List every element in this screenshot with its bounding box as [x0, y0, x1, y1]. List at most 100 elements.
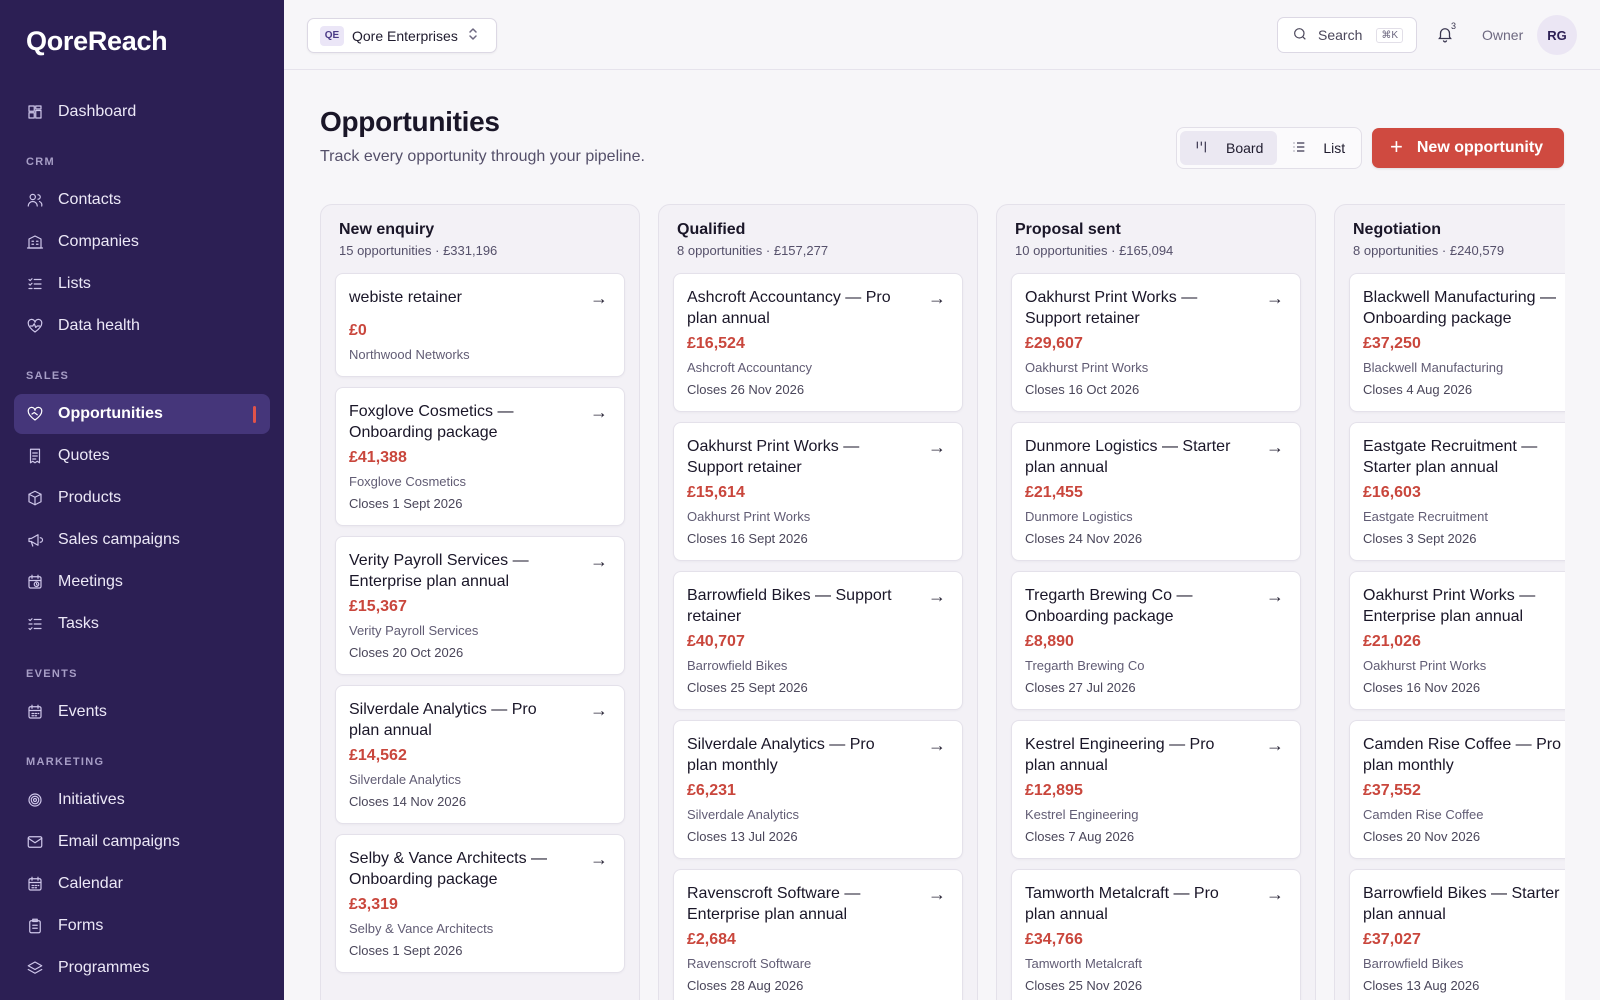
opportunity-card[interactable]: Silverdale Analytics — Pro plan monthly →…	[673, 720, 963, 859]
arrow-right-icon[interactable]: →	[590, 288, 608, 309]
heart-pulse-icon	[26, 317, 44, 335]
sidebar-nav: Dashboard CRM Contacts Companies Lists Data h…	[0, 90, 284, 990]
opportunity-close-date: Closes 16 Nov 2026	[1363, 680, 1481, 695]
opportunity-card[interactable]: Ashcroft Accountancy — Pro plan annual → £…	[673, 273, 963, 412]
opportunity-company: Barrowfield Bikes	[687, 658, 788, 673]
sidebar-item-dashboard[interactable]: Dashboard	[14, 92, 270, 132]
opportunity-amount: £21,026	[1363, 633, 1421, 650]
opportunity-card[interactable]: Foxglove Cosmetics — Onboarding package →…	[335, 387, 625, 526]
opportunity-title: Kestrel Engineering — Pro plan annual	[1025, 736, 1215, 774]
arrow-right-icon[interactable]: →	[1266, 437, 1284, 458]
opportunity-title: Oakhurst Print Works — Enterprise plan a…	[1363, 587, 1536, 625]
opportunity-title: Ravenscroft Software — Enterprise plan a…	[687, 885, 861, 923]
opportunity-card[interactable]: Blackwell Manufacturing — Onboarding pac…	[1349, 273, 1565, 412]
sidebar-item-forms[interactable]: Forms	[14, 906, 270, 946]
topbar: QE Qore Enterprises Search ⌘K 3 Owner RG	[284, 0, 1600, 70]
sidebar-item-programmes[interactable]: Programmes	[14, 948, 270, 988]
sidebar-item-events[interactable]: Events	[14, 692, 270, 732]
opportunity-title: Barrowfield Bikes — Support retainer	[687, 587, 892, 625]
sidebar-item-meetings[interactable]: Meetings	[14, 562, 270, 602]
sidebar-item-label: Initiatives	[58, 791, 125, 808]
column-summary: 15 opportunities · £331,196	[339, 243, 498, 258]
opportunity-company: Oakhurst Print Works	[1025, 360, 1149, 375]
arrow-right-icon[interactable]: →	[928, 586, 946, 607]
opportunity-card[interactable]: webiste retainer → £0 Northwood Networks	[335, 273, 625, 377]
sidebar-item-lists[interactable]: Lists	[14, 264, 270, 304]
opportunity-company: Kestrel Engineering	[1025, 807, 1139, 822]
opportunity-amount: £29,607	[1025, 335, 1083, 352]
list-view-label: List	[1323, 140, 1346, 156]
opportunity-card[interactable]: Kestrel Engineering — Pro plan annual → £1…	[1011, 720, 1301, 859]
opportunity-close-date: Closes 16 Sept 2026	[687, 531, 808, 546]
arrow-right-icon[interactable]: →	[1266, 586, 1284, 607]
arrow-right-icon[interactable]: →	[590, 849, 608, 870]
arrow-right-icon[interactable]: →	[1266, 735, 1284, 756]
column-summary: 10 opportunities · £165,094	[1015, 243, 1174, 258]
opportunity-title: Selby & Vance Architects — Onboarding pa…	[349, 850, 548, 888]
arrow-right-icon[interactable]: →	[1266, 288, 1284, 309]
notifications-button[interactable]: 3	[1436, 21, 1456, 47]
kanban-icon	[1194, 139, 1226, 158]
opportunity-amount: £14,562	[349, 747, 407, 764]
arrow-right-icon[interactable]: →	[1266, 884, 1284, 905]
sidebar-item-label: Dashboard	[58, 103, 137, 120]
opportunity-card[interactable]: Oakhurst Print Works — Support retainer →…	[1011, 273, 1301, 412]
sidebar-item-tasks[interactable]: Tasks	[14, 604, 270, 644]
opportunity-card[interactable]: Ravenscroft Software — Enterprise plan a…	[673, 869, 963, 1000]
opportunity-card[interactable]: Dunmore Logistics — Starter plan annual →…	[1011, 422, 1301, 561]
opportunity-card[interactable]: Silverdale Analytics — Pro plan annual → £…	[335, 685, 625, 824]
sidebar-item-label: Programmes	[58, 959, 150, 976]
opportunity-card[interactable]: Verity Payroll Services — Enterprise pla…	[335, 536, 625, 675]
sidebar-item-opportunities[interactable]: Opportunities	[14, 394, 270, 434]
opportunity-close-date: Closes 27 Jul 2026	[1025, 680, 1136, 695]
sidebar-item-products[interactable]: Products	[14, 478, 270, 518]
opportunity-card[interactable]: Selby & Vance Architects — Onboarding pa…	[335, 834, 625, 973]
sidebar-item-initiatives[interactable]: Initiatives	[14, 780, 270, 820]
sidebar-item-sales-campaigns[interactable]: Sales campaigns	[14, 520, 270, 560]
opportunity-card[interactable]: Barrowfield Bikes — Starter plan annual→…	[1349, 869, 1565, 1000]
opportunity-card[interactable]: Eastgate Recruitment — Starter plan annu…	[1349, 422, 1565, 561]
calendar-icon	[26, 703, 44, 721]
arrow-right-icon[interactable]: →	[590, 551, 608, 572]
avatar[interactable]: RG	[1537, 15, 1577, 55]
active-indicator	[253, 406, 256, 423]
opportunity-card[interactable]: Barrowfield Bikes — Support retainer → £40…	[673, 571, 963, 710]
org-switcher[interactable]: QE Qore Enterprises	[307, 18, 497, 53]
org-name: Qore Enterprises	[352, 27, 458, 44]
sidebar-item-companies[interactable]: Companies	[14, 222, 270, 262]
opportunity-amount: £6,231	[687, 782, 736, 799]
opportunity-card[interactable]: Camden Rise Coffee — Pro plan monthly→£3…	[1349, 720, 1565, 859]
column-summary: 8 opportunities · £157,277	[677, 243, 829, 258]
sidebar-item-contacts[interactable]: Contacts	[14, 180, 270, 220]
arrow-right-icon[interactable]: →	[928, 884, 946, 905]
opportunity-company: Oakhurst Print Works	[1363, 658, 1487, 673]
opportunity-card[interactable]: Tregarth Brewing Co — Onboarding package…	[1011, 571, 1301, 710]
sidebar-item-quotes[interactable]: Quotes	[14, 436, 270, 476]
layers-icon	[26, 959, 44, 977]
list-view-button[interactable]: List	[1277, 131, 1359, 165]
sidebar-item-email-campaigns[interactable]: Email campaigns	[14, 822, 270, 862]
org-badge: QE	[320, 25, 344, 46]
sidebar-item-data-health[interactable]: Data health	[14, 306, 270, 346]
board-view-button[interactable]: Board	[1180, 131, 1278, 165]
opportunity-close-date: Closes 16 Oct 2026	[1025, 382, 1140, 397]
opportunity-card[interactable]: Oakhurst Print Works — Enterprise plan a…	[1349, 571, 1565, 710]
arrow-right-icon[interactable]: →	[928, 735, 946, 756]
sidebar-item-calendar[interactable]: Calendar	[14, 864, 270, 904]
card-list: Blackwell Manufacturing — Onboarding pac…	[1349, 273, 1565, 1000]
arrow-right-icon[interactable]: →	[928, 288, 946, 309]
opportunity-close-date: Closes 13 Jul 2026	[687, 829, 798, 844]
app-logo[interactable]: QoreReach	[26, 26, 168, 57]
new-opportunity-button[interactable]: + New opportunity	[1372, 128, 1564, 168]
search-icon	[1292, 26, 1318, 45]
opportunity-company: Eastgate Recruitment	[1363, 509, 1489, 524]
arrow-right-icon[interactable]: →	[590, 402, 608, 423]
opportunity-company: Verity Payroll Services	[349, 623, 479, 638]
view-toggle: Board List	[1176, 127, 1362, 169]
search-button[interactable]: Search ⌘K	[1277, 17, 1417, 53]
arrow-right-icon[interactable]: →	[590, 700, 608, 721]
arrow-right-icon[interactable]: →	[928, 437, 946, 458]
opportunity-close-date: Closes 26 Nov 2026	[687, 382, 805, 397]
opportunity-card[interactable]: Tamworth Metalcraft — Pro plan annual → £3…	[1011, 869, 1301, 1000]
opportunity-card[interactable]: Oakhurst Print Works — Support retainer →…	[673, 422, 963, 561]
